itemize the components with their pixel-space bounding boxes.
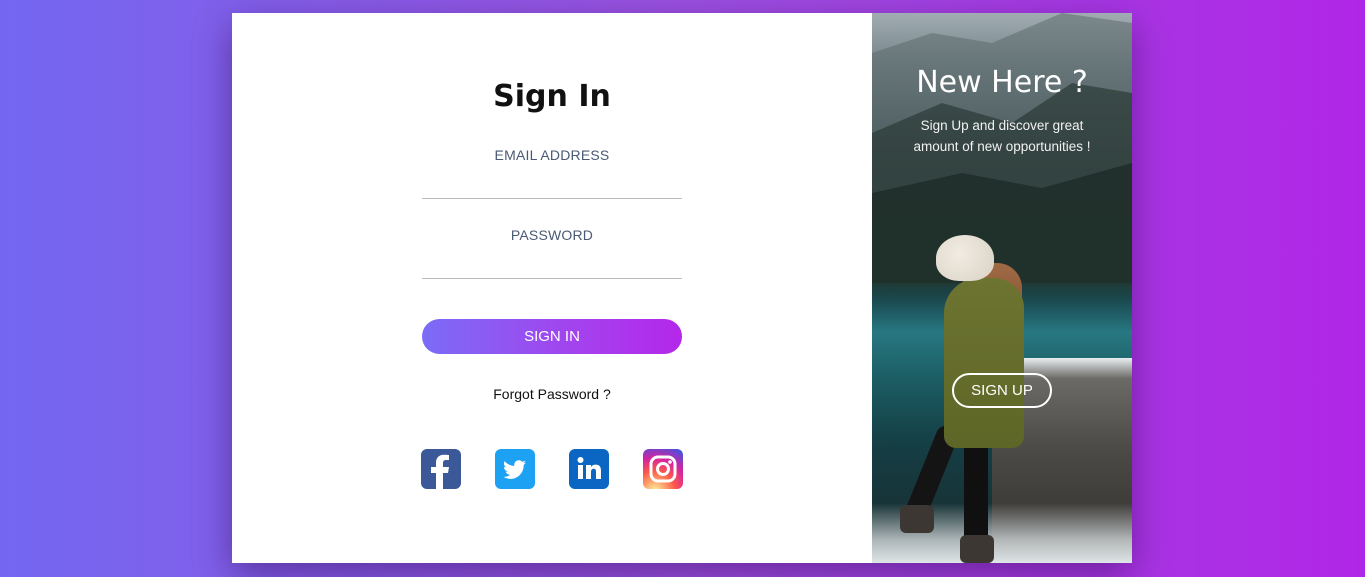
person-coat — [944, 278, 1024, 448]
person-leg — [964, 433, 988, 548]
email-label: EMAIL ADDRESS — [494, 147, 610, 163]
sign-up-panel: New Here ? Sign Up and discover great am… — [872, 13, 1132, 563]
page-title: Sign In — [493, 79, 611, 114]
instagram-icon[interactable] — [643, 449, 683, 489]
signup-title: New Here ? — [916, 65, 1088, 100]
facebook-icon[interactable] — [421, 449, 461, 489]
signup-subtitle: Sign Up and discover great amount of new… — [913, 118, 1091, 154]
sign-in-button[interactable]: SIGN IN — [422, 319, 682, 354]
person-boot — [900, 505, 934, 533]
person-boot — [960, 535, 994, 563]
person-hat — [936, 235, 994, 281]
password-field[interactable] — [422, 256, 682, 279]
forgot-password-link[interactable]: Forgot Password ? — [232, 386, 872, 402]
twitter-icon[interactable] — [495, 449, 535, 489]
sign-up-button[interactable]: SIGN UP — [952, 373, 1052, 408]
password-label: PASSWORD — [510, 227, 594, 243]
auth-card: Sign In EMAIL ADDRESS PASSWORD SIGN IN F… — [232, 13, 1132, 563]
sign-in-panel: Sign In EMAIL ADDRESS PASSWORD SIGN IN F… — [232, 13, 872, 563]
linkedin-icon[interactable] — [569, 449, 609, 489]
email-field[interactable] — [422, 176, 682, 199]
